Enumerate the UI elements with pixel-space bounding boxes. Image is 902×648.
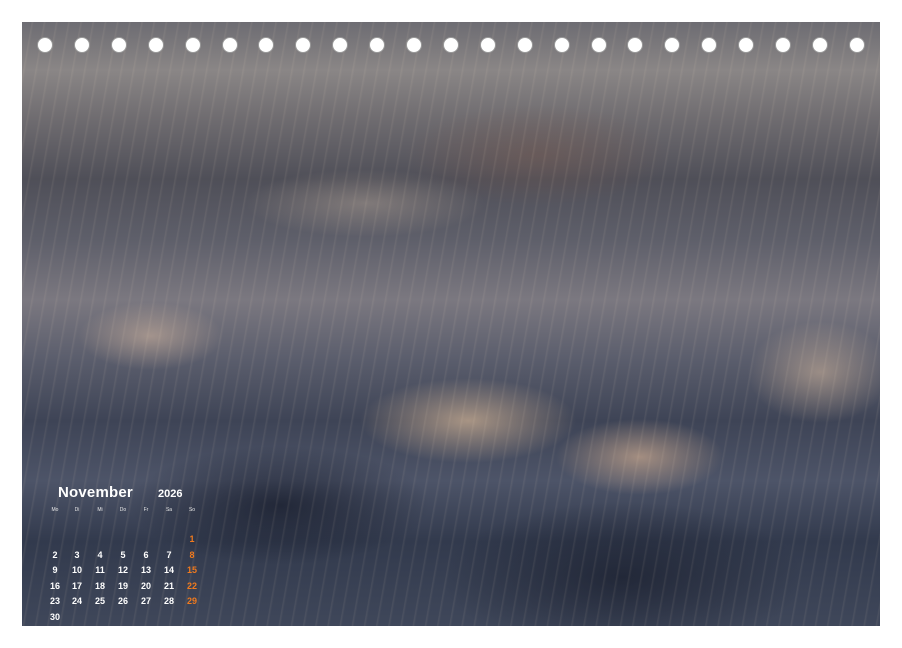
calendar-month: November — [58, 484, 133, 501]
binding-hole — [627, 37, 644, 53]
calendar-day: 5 — [120, 549, 126, 560]
calendar-day: 3 — [74, 549, 80, 560]
weekday-header: So — [188, 507, 196, 513]
calendar-day: 6 — [143, 549, 149, 560]
weekday-header: Mi — [97, 507, 103, 513]
calendar-day: 11 — [95, 565, 105, 575]
weekday-header: Do — [119, 507, 127, 513]
binding-hole — [516, 37, 533, 53]
calendar-day: 22 — [186, 580, 197, 591]
calendar-day: 19 — [117, 580, 128, 591]
calendar-day: 23 — [49, 596, 60, 606]
binding-hole — [553, 37, 570, 53]
calendar-day: 16 — [49, 580, 60, 591]
calendar-day: 14 — [163, 565, 174, 575]
binding-hole — [295, 37, 312, 53]
calendar-day: 29 — [186, 596, 197, 606]
calendar-day: 9 — [52, 565, 58, 575]
calendar-day: 1 — [189, 534, 195, 544]
binding-hole — [184, 37, 201, 53]
binding-hole — [664, 37, 681, 53]
binding-hole — [701, 37, 718, 53]
calendar-day: 26 — [117, 596, 128, 606]
binding-hole — [590, 37, 607, 53]
weekday-header: Fr — [143, 507, 149, 513]
binding-hole — [775, 37, 791, 53]
binding-hole — [811, 37, 828, 53]
binding-hole — [369, 37, 386, 53]
binding-hole — [110, 37, 127, 53]
binding-hole — [221, 37, 238, 53]
binding-hole — [848, 37, 865, 53]
calendar-day: 8 — [189, 549, 195, 560]
wave-splash-photo — [22, 22, 880, 626]
calendar-day: 21 — [163, 580, 174, 591]
calendar-year: 2026 — [158, 488, 183, 500]
binding-hole — [73, 37, 90, 53]
binding-hole — [406, 37, 422, 53]
calendar-day: 20 — [140, 580, 151, 591]
calendar-day: 25 — [94, 596, 105, 606]
calendar-day: 15 — [186, 565, 197, 575]
calendar-day: 4 — [97, 549, 103, 560]
calendar-day: 27 — [140, 596, 151, 606]
binding-hole — [442, 37, 459, 53]
calendar-day: 13 — [140, 565, 151, 575]
calendar-day: 28 — [163, 596, 174, 606]
calendar-page: November 2026 Mo Di Mi Do Fr Sa So 1 2 3 4 5 6 7 8 9 10 1… — [0, 0, 902, 648]
calendar-day: 10 — [71, 565, 82, 575]
calendar-day: 17 — [71, 580, 82, 591]
binding-hole — [147, 37, 164, 53]
binding-hole — [332, 37, 349, 53]
calendar-day: 24 — [71, 596, 82, 606]
calendar-day: 30 — [49, 611, 60, 622]
calendar-day: 7 — [166, 549, 172, 560]
calendar-day: 18 — [94, 580, 105, 591]
binding-hole — [258, 37, 275, 53]
weekday-header: Sa — [165, 507, 173, 513]
weekday-header: Mo — [51, 507, 59, 513]
binding-hole — [738, 37, 755, 53]
binding-hole — [37, 37, 53, 53]
binding-holes — [22, 37, 880, 57]
binding-hole — [479, 37, 496, 53]
calendar-day: 12 — [117, 565, 128, 575]
weekday-header: Di — [74, 507, 80, 513]
calendar-day: 2 — [52, 549, 58, 560]
